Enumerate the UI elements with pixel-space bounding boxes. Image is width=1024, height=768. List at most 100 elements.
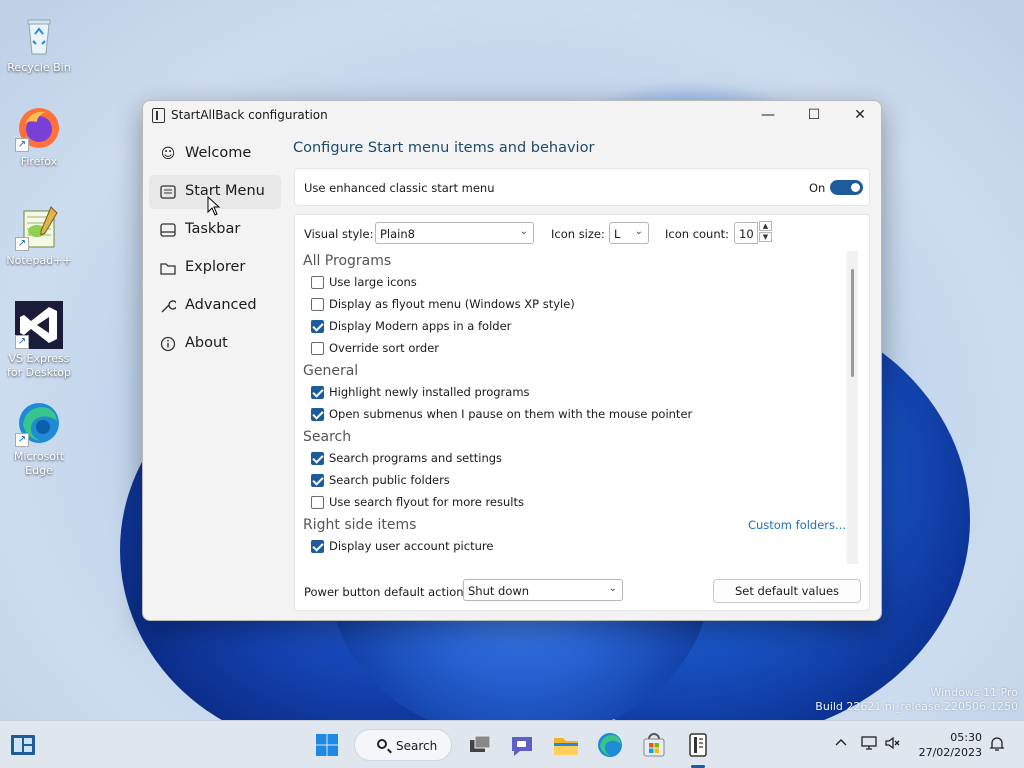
microsoft-store-icon[interactable]	[640, 731, 668, 759]
taskbar-search-label: Search	[396, 739, 438, 753]
visual-style-select[interactable]: Plain8 ⌄	[375, 222, 534, 244]
wrench-icon	[159, 297, 178, 315]
info-icon	[159, 335, 177, 353]
task-view-icon[interactable]	[466, 731, 494, 759]
icon-count-input[interactable]: 10	[734, 222, 758, 244]
sidebar-item-welcome[interactable]: ☺ Welcome	[149, 137, 281, 171]
option-flyout-menu[interactable]: Display as flyout menu (Windows XP style…	[303, 294, 854, 316]
option-label: Display as flyout menu (Windows XP style…	[329, 297, 575, 311]
option-search-public[interactable]: Search public folders	[303, 470, 854, 492]
desktop-icon-notepadpp[interactable]: ↗ Notepad++	[2, 203, 76, 268]
window-title: StartAllBack configuration	[171, 108, 328, 122]
checkbox[interactable]	[311, 408, 324, 421]
shortcut-arrow-icon: ↗	[15, 138, 29, 152]
chevron-down-icon: ⌄	[634, 226, 643, 237]
desktop-icon-label: Microsoft Edge	[13, 450, 65, 477]
chevron-up-icon[interactable]	[834, 731, 848, 754]
option-label: Use search flyout for more results	[329, 495, 524, 509]
checkbox[interactable]	[311, 540, 324, 553]
power-button-select[interactable]: Shut down ⌄	[463, 579, 623, 601]
enhanced-menu-label: Use enhanced classic start menu	[304, 181, 495, 195]
network-icon[interactable]	[860, 731, 878, 756]
settings-card: Visual style: Plain8 ⌄ Icon size: L ⌄ Ic…	[294, 214, 870, 611]
windows-start-icon[interactable]	[313, 731, 341, 759]
option-label: Search public folders	[329, 473, 450, 487]
checkbox[interactable]	[311, 276, 324, 289]
checkbox[interactable]	[311, 320, 324, 333]
visual-style-value: Plain8	[380, 227, 415, 241]
sidebar-item-label: About	[185, 335, 228, 351]
checkbox[interactable]	[311, 298, 324, 311]
startallback-config-window: StartAllBack configuration — ☐ ✕ ☺ Welco…	[142, 100, 882, 621]
taskbar-icon	[159, 221, 177, 239]
startallback-taskbar-icon[interactable]	[9, 731, 37, 759]
section-title: Right side items	[303, 517, 417, 533]
checkbox[interactable]	[311, 496, 324, 509]
clock-date: 27/02/2023	[918, 746, 982, 759]
taskbar-clock[interactable]: 05:30 27/02/2023	[906, 730, 982, 760]
enhanced-menu-card: Use enhanced classic start menu On	[294, 168, 870, 206]
sidebar-item-label: Explorer	[185, 259, 246, 275]
custom-folders-link[interactable]: Custom folders...	[748, 514, 846, 536]
teams-chat-icon[interactable]	[508, 731, 536, 759]
desktop-icon-vs-express[interactable]: ↗ VS Express for Desktop	[2, 301, 76, 380]
shortcut-arrow-icon: ↗	[15, 335, 29, 349]
icon-size-select[interactable]: L ⌄	[609, 222, 649, 244]
option-open-submenus[interactable]: Open submenus when I pause on them with …	[303, 404, 854, 426]
option-label: Highlight newly installed programs	[329, 385, 530, 399]
taskbar-search[interactable]: Search	[354, 729, 452, 761]
option-use-large-icons[interactable]: Use large icons	[303, 272, 854, 294]
option-label: Display user account picture	[329, 539, 494, 553]
startallback-app-icon	[152, 108, 165, 123]
minimize-button[interactable]: —	[745, 101, 791, 131]
option-search-programs[interactable]: Search programs and settings	[303, 448, 854, 470]
search-icon	[377, 739, 387, 749]
watermark-edition: Windows 11 Pro	[930, 686, 1018, 699]
desktop-icon-edge[interactable]: ↗ Microsoft Edge	[2, 399, 76, 478]
section-all-programs: All Programs	[303, 253, 392, 269]
folder-icon	[159, 259, 177, 277]
option-user-picture[interactable]: Display user account picture	[303, 536, 854, 558]
clock-time: 05:30	[950, 731, 982, 744]
option-override-sort[interactable]: Override sort order	[303, 338, 854, 360]
sidebar-item-about[interactable]: About	[149, 327, 281, 361]
start-menu-icon	[159, 183, 177, 201]
option-label: Open submenus when I pause on them with …	[329, 407, 693, 421]
option-highlight-new[interactable]: Highlight newly installed programs	[303, 382, 854, 404]
window-titlebar[interactable]: StartAllBack configuration — ☐ ✕	[143, 101, 881, 131]
os-watermark: Windows 11 Pro Build 22621.ni_release.22…	[815, 686, 1018, 714]
enhanced-menu-toggle[interactable]	[830, 180, 863, 195]
icon-count-decrement[interactable]: ▼	[759, 232, 772, 242]
desktop-icon-recycle-bin[interactable]: Recycle Bin	[2, 10, 76, 75]
shortcut-arrow-icon: ↗	[15, 237, 29, 251]
checkbox[interactable]	[311, 452, 324, 465]
volume-muted-icon[interactable]	[884, 731, 902, 756]
sidebar-item-taskbar[interactable]: Taskbar	[149, 213, 281, 247]
sidebar-item-explorer[interactable]: Explorer	[149, 251, 281, 285]
scrollbar-thumb[interactable]	[851, 269, 854, 377]
watermark-build: Build 22621.ni_release.220506-1250	[815, 700, 1018, 713]
close-button[interactable]: ✕	[837, 101, 881, 131]
checkbox[interactable]	[311, 386, 324, 399]
smile-icon: ☺	[160, 146, 176, 162]
icon-count-increment[interactable]: ▲	[759, 221, 772, 231]
visual-studio-icon: ↗	[15, 301, 63, 349]
option-modern-apps-folder[interactable]: Display Modern apps in a folder	[303, 316, 854, 338]
section-general: General	[303, 363, 359, 379]
desktop-icon-firefox[interactable]: ↗ Firefox	[2, 104, 76, 169]
sidebar-item-label: Welcome	[185, 145, 252, 161]
options-scrollbar[interactable]	[847, 251, 858, 564]
startallback-config-taskbar-icon[interactable]	[684, 731, 712, 759]
checkbox[interactable]	[311, 474, 324, 487]
sidebar-item-label: Advanced	[185, 297, 257, 313]
option-label: Search programs and settings	[329, 451, 503, 465]
file-explorer-icon[interactable]	[552, 731, 580, 759]
set-default-values-button[interactable]: Set default values	[713, 579, 861, 603]
sidebar-item-advanced[interactable]: Advanced	[149, 289, 281, 323]
maximize-button[interactable]: ☐	[791, 101, 837, 131]
option-search-flyout[interactable]: Use search flyout for more results	[303, 492, 854, 514]
notifications-icon[interactable]	[988, 731, 1006, 757]
option-label: Override sort order	[329, 341, 439, 355]
checkbox[interactable]	[311, 342, 324, 355]
edge-taskbar-icon[interactable]	[596, 731, 624, 759]
